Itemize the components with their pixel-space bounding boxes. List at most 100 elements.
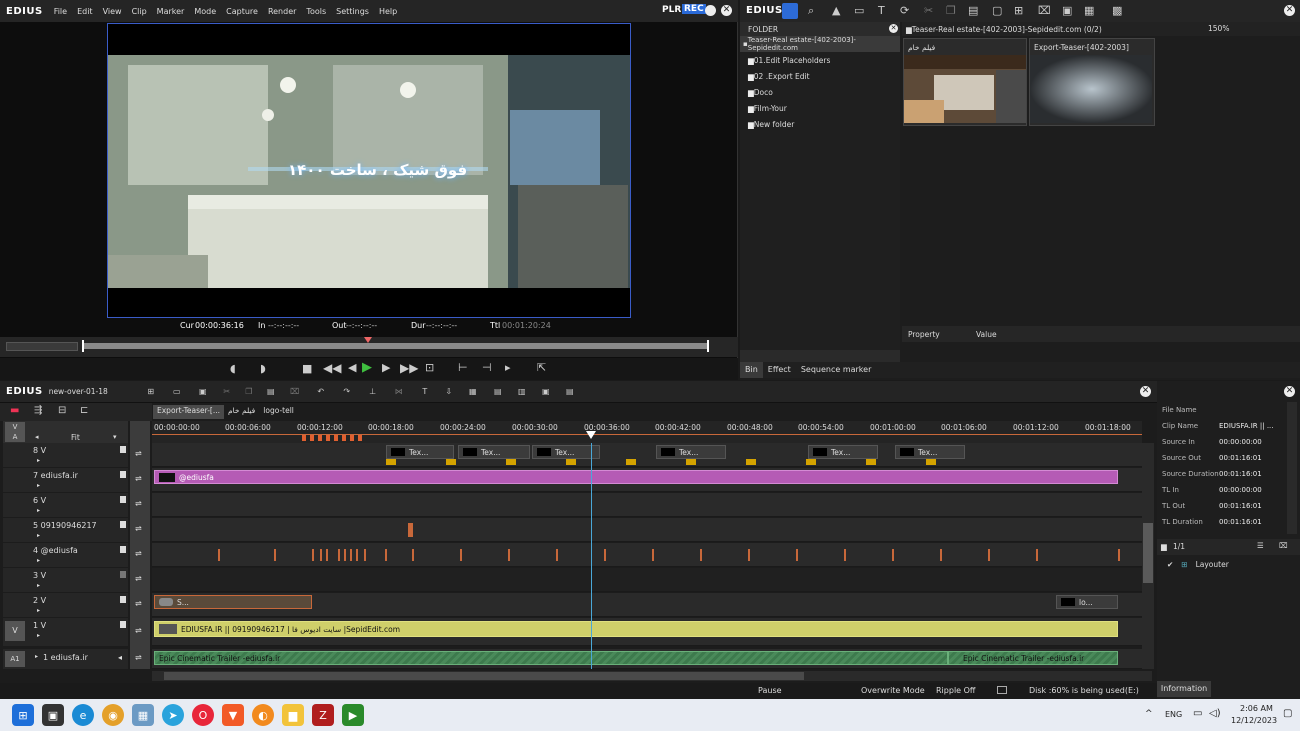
layer-item[interactable]: ✔ ⊞ Layouter [1167,560,1229,569]
folder-item[interactable]: ▆ 02 .Export Edit [740,68,900,84]
export-icon[interactable]: ⇱ [537,361,546,374]
status-ripple[interactable]: Ripple Off [936,686,975,695]
step-forward-icon[interactable]: ▶ [382,361,390,374]
marker-icon[interactable]: ⊥ [360,387,386,396]
delete-icon[interactable]: ⌧ [282,387,308,396]
track-header-6v[interactable]: 6 V ▸ [3,493,128,517]
title-clip[interactable]: Tex... [386,445,454,459]
tab-information[interactable]: Information [1157,681,1211,697]
video-mute-icon[interactable] [120,621,126,628]
copy-icon[interactable]: ❐ [238,387,260,396]
save-icon[interactable]: ▣ [190,387,216,396]
layout-icon[interactable]: ▩ [1112,4,1122,17]
chrome-icon[interactable]: ◉ [102,704,124,726]
search-icon[interactable]: ⌕ [808,4,814,18]
clip-marker[interactable] [312,549,314,561]
video-mute-icon[interactable] [120,546,126,553]
clip-marker[interactable] [344,549,346,561]
tab-effect[interactable]: Effect [763,362,796,378]
paste-icon[interactable]: ▤ [968,4,978,17]
redo-icon[interactable]: ↷ [334,387,360,396]
open-folder-icon[interactable]: ▭ [854,4,864,17]
sync-icon[interactable]: ⇌ [135,449,142,458]
rec-label[interactable]: REC [682,4,706,14]
clip-marker[interactable] [1118,549,1120,561]
scrollbar-thumb[interactable] [164,672,804,680]
menu-capture[interactable]: Capture [221,7,263,16]
tab-bin[interactable]: Bin [740,362,763,378]
panel-icon[interactable]: ▤ [558,387,582,396]
clip-marker[interactable] [604,549,606,561]
sync-icon[interactable]: ⇌ [135,499,142,508]
step-back-icon[interactable]: ◀ [348,361,356,374]
add-timeline-icon[interactable]: ⊞ [1014,4,1023,17]
list-icon[interactable]: ☰ [1257,541,1264,550]
close-icon[interactable]: ✕ [1284,5,1295,16]
properties-icon[interactable]: ▣ [1062,4,1072,17]
folder-view-icon[interactable] [782,3,798,19]
audio-clip[interactable]: Epic Cinematic Trailer -ediusfa.ir [154,651,948,665]
folder-item[interactable]: ▆ 01.Edit Placeholders [740,52,900,68]
undo-icon[interactable]: ↶ [308,387,334,396]
player-icon[interactable]: ▢ [992,4,1002,17]
telegram-icon[interactable]: ➤ [162,704,184,726]
clip-marker[interactable] [412,549,414,561]
scrollbar-thumb[interactable] [1143,523,1153,583]
title-clip[interactable]: Tex... [458,445,530,459]
network-icon[interactable]: ▭ [1193,708,1202,719]
horizontal-scrollbar[interactable] [152,671,1152,681]
clip-thumbnail[interactable]: Export-Teaser-[402-2003] [1029,38,1155,126]
track-header-4v[interactable]: 4 @ediusfa ▸ [3,543,128,567]
expand-icon[interactable]: ▸ [35,653,38,660]
expand-icon[interactable]: ▸ [37,582,40,589]
title-clip[interactable]: Tex... [656,445,726,459]
insert-icon[interactable]: ⊢ [458,361,468,374]
delete-icon[interactable]: ⌧ [1279,541,1288,550]
expand-icon[interactable]: ▸ [37,557,40,564]
clock-time[interactable]: 2:06 AM [1240,704,1273,713]
cut-icon[interactable]: ✂ [924,4,933,17]
close-icon[interactable]: ✕ [1284,386,1295,397]
va-sync[interactable]: VA [5,422,25,442]
menu-view[interactable]: View [98,7,127,16]
track-lane[interactable] [152,568,1142,592]
track-header-8v[interactable]: 8 V ▸ [3,443,128,467]
menu-marker[interactable]: Marker [152,7,190,16]
playhead-marker[interactable] [364,337,372,343]
sync-icon[interactable]: ⇌ [135,653,142,662]
clip-marker[interactable] [274,549,276,561]
clip-thumbnail[interactable]: فیلم خام [903,38,1027,126]
menu-render[interactable]: Render [263,7,301,16]
folder-item[interactable]: ▆ Doco [740,84,900,100]
title-clip[interactable]: Tex... [532,445,600,459]
filezilla-icon[interactable]: Z [312,704,334,726]
paste-icon[interactable]: ▤ [260,387,282,396]
video-clip[interactable]: S... [154,595,312,609]
sync-icon[interactable]: ⇌ [135,474,142,483]
folder-item[interactable]: ▆ New folder [740,116,900,132]
import-icon[interactable]: ⇩ [438,387,460,396]
firefox-icon[interactable]: ◐ [252,704,274,726]
clip-marker[interactable] [350,549,352,561]
volume-icon[interactable]: ◁) [1209,708,1221,719]
video-mute-icon[interactable] [120,496,126,503]
v-patch[interactable]: V [5,621,25,641]
speaker-icon[interactable]: ◂ [118,653,122,662]
seq-tab[interactable]: Export-Teaser-[... [153,405,224,419]
render-icon[interactable]: ▦ [460,387,486,396]
expand-icon[interactable]: ▸ [37,607,40,614]
clip-marker[interactable] [1036,549,1038,561]
time-ruler[interactable]: 00:00:00:00 00:00:06:00 00:00:12:00 00:0… [152,421,1142,443]
ruler-toggle[interactable] [130,421,150,443]
sync-icon[interactable]: ⇌ [135,626,142,635]
mix-icon[interactable]: ⋈ [386,387,412,396]
clock-date[interactable]: 12/12/2023 [1231,716,1277,725]
record-icon[interactable]: ▬ [10,405,19,416]
ripple-icon[interactable]: ⇶ [34,405,42,416]
clip-marker[interactable] [748,549,750,561]
copy-icon[interactable]: ❐ [946,4,956,17]
menu-tools[interactable]: Tools [301,7,331,16]
folder-scrollbar[interactable] [740,350,900,362]
clip-marker[interactable] [988,549,990,561]
clip-marker[interactable] [844,549,846,561]
